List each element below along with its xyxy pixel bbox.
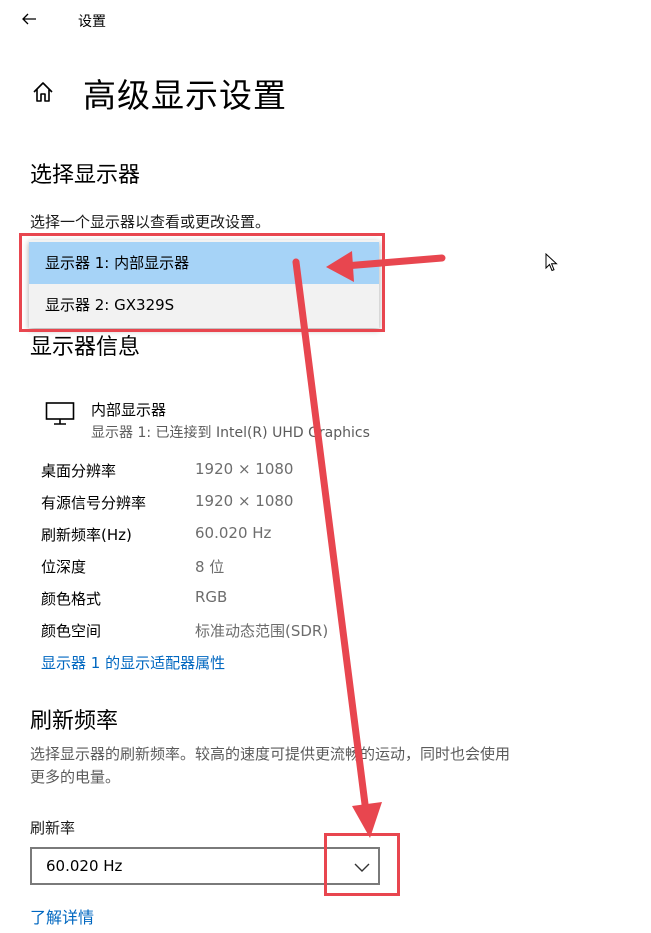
learn-more-link[interactable]: 了解详情 xyxy=(30,904,94,928)
annotation-box-display-list xyxy=(19,233,385,332)
info-label: 有源信号分辨率 xyxy=(41,494,147,512)
adapter-properties-link[interactable]: 显示器 1 的显示适配器属性 xyxy=(41,652,225,673)
title-bar: 设置 xyxy=(0,0,651,40)
refresh-rate-field-label: 刷新率 xyxy=(30,819,76,837)
info-row: 桌面分辨率 1920 × 1080 xyxy=(41,460,441,484)
info-label: 颜色空间 xyxy=(41,622,102,640)
info-row: 刷新频率(Hz) 60.020 Hz xyxy=(41,524,441,548)
info-row: 位深度 8 位 xyxy=(41,556,441,580)
info-value: RGB xyxy=(195,588,228,606)
display-info-heading: 显示器信息 xyxy=(30,335,141,360)
info-label: 颜色格式 xyxy=(41,590,102,608)
info-label: 位深度 xyxy=(41,558,87,576)
info-row: 颜色空间 标准动态范围(SDR) xyxy=(41,620,441,644)
info-value: 1920 × 1080 xyxy=(195,460,294,478)
info-label: 桌面分辨率 xyxy=(41,462,117,480)
info-value: 8 位 xyxy=(195,558,225,576)
info-row: 有源信号分辨率 1920 × 1080 xyxy=(41,492,441,516)
monitor-subtitle: 显示器 1: 已连接到 Intel(R) UHD Graphics xyxy=(91,425,370,441)
select-display-description: 选择一个显示器以查看或更改设置。 xyxy=(30,213,271,231)
info-value: 1920 × 1080 xyxy=(195,492,294,510)
info-row: 颜色格式 RGB xyxy=(41,588,441,612)
select-display-heading: 选择显示器 xyxy=(30,163,141,188)
refresh-rate-description-line2: 更多的电量。 xyxy=(30,768,121,786)
app-title: 设置 xyxy=(78,14,106,30)
page-title: 高级显示设置 xyxy=(83,76,287,115)
refresh-rate-value: 60.020 Hz xyxy=(46,857,123,875)
refresh-rate-heading: 刷新频率 xyxy=(30,709,119,734)
mouse-cursor-icon xyxy=(545,252,559,273)
annotation-box-chevron xyxy=(324,833,400,896)
monitor-name: 内部显示器 xyxy=(91,401,167,419)
info-value: 标准动态范围(SDR) xyxy=(195,622,329,640)
refresh-rate-description-line1: 选择显示器的刷新频率。较高的速度可提供更流畅的运动，同时也会使用 xyxy=(30,745,511,763)
info-label: 刷新频率(Hz) xyxy=(41,526,132,544)
monitor-icon xyxy=(45,401,75,427)
home-icon xyxy=(31,80,55,104)
info-value: 60.020 Hz xyxy=(195,524,272,542)
back-arrow-icon[interactable] xyxy=(14,6,44,32)
